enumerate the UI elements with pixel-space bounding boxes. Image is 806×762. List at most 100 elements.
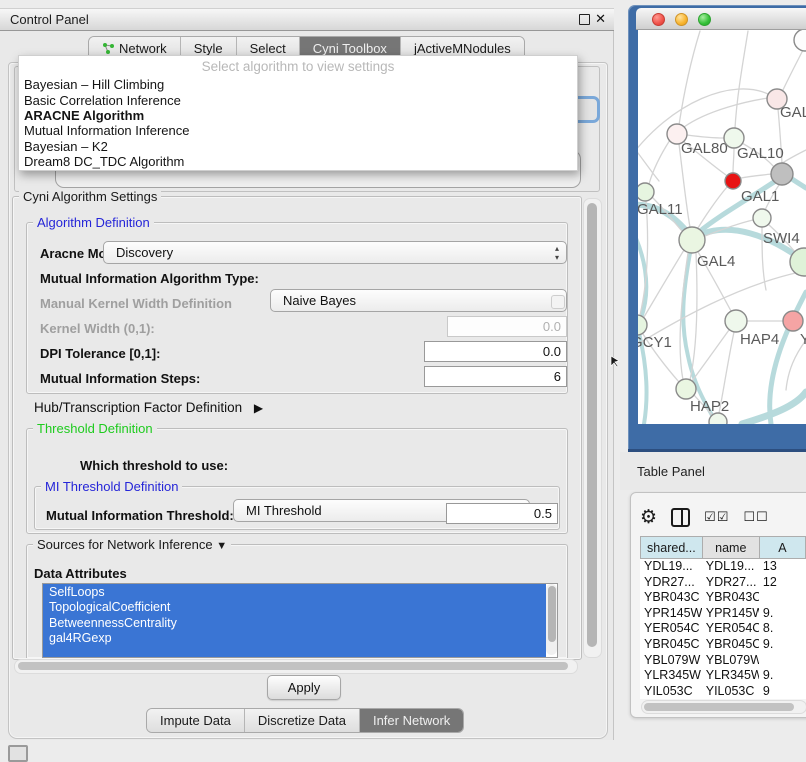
table-row[interactable]: YBR045CYBR045C9. (640, 637, 806, 653)
network-node[interactable] (794, 30, 806, 51)
table-cell: 9. (759, 637, 806, 653)
network-edge[interactable] (649, 140, 670, 184)
algorithm-dropdown-prompt: Select algorithm to view settings (19, 56, 577, 77)
tab-infer-network[interactable]: Infer Network (360, 709, 463, 732)
columns-icon[interactable] (671, 508, 690, 527)
network-edge[interactable] (638, 140, 659, 181)
data-attribute-item[interactable]: gal4RGexp (43, 631, 546, 647)
network-node[interactable] (725, 173, 741, 189)
hub-definition-toggle[interactable]: Hub/Transcription Factor Definition ▶ (34, 400, 263, 415)
algorithm-dropdown-item[interactable]: Basic Correlation Inference (19, 92, 577, 107)
settings-hscrollbar-thumb[interactable] (18, 662, 568, 670)
data-attributes-list: SelfLoopsTopologicalCoefficientBetweenne… (42, 583, 558, 658)
network-node[interactable] (638, 183, 654, 201)
node-table-body: YDL19...YDL19...13YDR27...YDR27...12YBR0… (640, 559, 806, 700)
network-edge[interactable] (684, 98, 768, 127)
network-node[interactable] (753, 209, 771, 227)
table-row[interactable]: YPR145WYPR145W9. (640, 606, 806, 622)
gear-icon[interactable]: ⚙ (640, 506, 657, 529)
network-edge[interactable] (782, 50, 803, 92)
network-node[interactable] (783, 311, 803, 331)
mi-threshold-label: Mutual Information Threshold: (46, 508, 234, 523)
settings-vscrollbar-thumb[interactable] (587, 203, 597, 647)
network-edge[interactable] (644, 250, 684, 317)
network-window-titlebar[interactable] (636, 8, 806, 30)
network-edge[interactable] (742, 392, 806, 424)
network-node[interactable] (638, 315, 647, 335)
table-row[interactable]: YBL079WYBL079W (640, 653, 806, 669)
tab-impute-data[interactable]: Impute Data (147, 709, 245, 732)
network-edge[interactable] (733, 148, 734, 173)
data-attribute-item[interactable]: SelfLoops (43, 584, 546, 600)
network-node-label: GAL (780, 104, 806, 121)
network-node-label: HAP2 (690, 398, 729, 415)
sources-group-title[interactable]: Sources for Network Inference ▼ (33, 537, 231, 552)
table-row[interactable]: YBR043CYBR043C (640, 590, 806, 606)
mi-steps-input[interactable] (424, 366, 567, 387)
table-row[interactable]: YDR27...YDR27...12 (640, 575, 806, 591)
table-panel-header[interactable]: Table Panel (620, 452, 806, 490)
table-row[interactable]: YER054CYER054C8. (640, 621, 806, 637)
table-hscrollbar[interactable] (641, 700, 806, 714)
mi-type-combo[interactable]: Naive Bayes ▴▾ (270, 289, 567, 312)
deselect-all-boxes-icon[interactable]: ☐☐ (743, 509, 768, 525)
column-header-name[interactable]: name (702, 536, 759, 559)
network-node[interactable] (709, 413, 727, 424)
close-icon[interactable]: ✕ (595, 12, 606, 26)
minimize-traffic-icon[interactable] (675, 13, 688, 26)
tab-discretize-data[interactable]: Discretize Data (245, 709, 360, 732)
network-node[interactable] (725, 310, 747, 332)
network-edge[interactable] (692, 330, 729, 381)
float-window-icon[interactable] (579, 14, 590, 25)
table-cell: 9. (759, 668, 806, 684)
close-traffic-icon[interactable] (652, 13, 665, 26)
table-cell: YBR045C (640, 637, 702, 653)
manual-kernel-checkbox[interactable] (551, 295, 565, 309)
network-edge[interactable] (741, 174, 771, 178)
settings-hscrollbar[interactable] (14, 659, 578, 674)
zoom-traffic-icon[interactable] (698, 13, 711, 26)
dpi-tolerance-input[interactable] (424, 341, 567, 362)
algorithm-dropdown-item[interactable]: Mutual Information Inference (19, 123, 577, 138)
network-canvas[interactable]: GALGAL80GAL10GAL1GAL11SWI4GAL4GCY1HAP4YH… (638, 30, 806, 424)
apply-button[interactable]: Apply (267, 675, 341, 700)
table-hscrollbar-thumb[interactable] (644, 703, 794, 711)
table-cell: YBL079W (702, 653, 759, 669)
column-header-shared-name[interactable]: shared... (640, 536, 702, 559)
algorithm-dropdown-item[interactable]: ARACNE Algorithm (19, 108, 577, 123)
bottom-left-mini-button[interactable] (8, 745, 28, 762)
algorithm-dropdown-item[interactable]: Bayesian – Hill Climbing (19, 77, 577, 92)
network-edge[interactable] (679, 31, 700, 125)
attributes-vscrollbar[interactable] (546, 584, 557, 655)
algorithm-dropdown-item[interactable]: Bayesian – K2 (19, 139, 577, 154)
table-cell: YBR045C (702, 637, 759, 653)
network-edge[interactable] (792, 179, 806, 188)
table-row[interactable]: YIL053CYIL053C9 (640, 684, 806, 700)
kernel-width-input[interactable] (447, 316, 567, 337)
mi-threshold-input[interactable] (446, 503, 558, 524)
network-node[interactable] (771, 163, 793, 185)
table-cell: YDR27... (702, 575, 759, 591)
algorithm-dropdown-item[interactable]: Dream8 DC_TDC Algorithm (19, 154, 577, 169)
table-cell: 8. (759, 621, 806, 637)
table-cell: YBR043C (702, 590, 759, 606)
network-node-label: Y (800, 331, 806, 348)
table-cell: YBR043C (640, 590, 702, 606)
network-edge[interactable] (687, 135, 724, 138)
network-node[interactable] (679, 227, 705, 253)
network-edge[interactable] (735, 31, 748, 128)
select-all-checks-icon[interactable]: ☑☑ (704, 509, 729, 525)
table-cell: YLR345W (702, 668, 759, 684)
table-row[interactable]: YLR345WYLR345W9. (640, 668, 806, 684)
aracne-mode-combo[interactable]: Discovery ▴▾ (103, 241, 567, 264)
column-header-partial[interactable]: A (759, 536, 806, 559)
data-attribute-item[interactable]: BetweennessCentrality (43, 615, 546, 631)
control-panel-titlebar[interactable]: Control Panel ✕ (0, 8, 614, 31)
table-cell: YDR27... (640, 575, 702, 591)
settings-vscrollbar[interactable] (583, 198, 602, 658)
data-attribute-item[interactable]: TopologicalCoefficient (43, 600, 546, 616)
attributes-vscrollbar-thumb[interactable] (548, 586, 556, 642)
network-node[interactable] (676, 379, 696, 399)
table-row[interactable]: YDL19...YDL19...13 (640, 559, 806, 575)
table-cell: YER054C (640, 621, 702, 637)
